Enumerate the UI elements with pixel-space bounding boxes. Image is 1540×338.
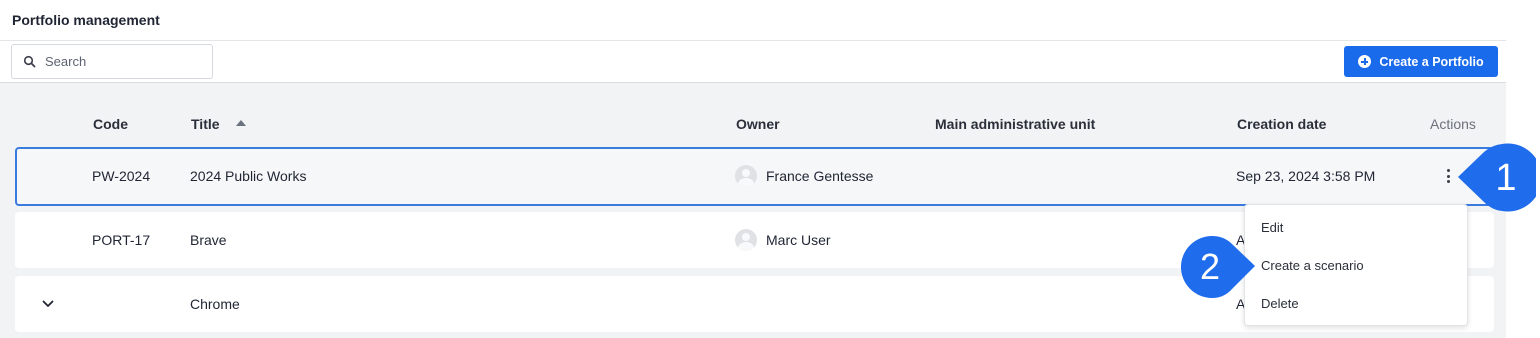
search-box[interactable]: [11, 44, 213, 79]
chevron-down-icon[interactable]: [42, 300, 54, 308]
plus-circle-icon: [1358, 55, 1372, 68]
sort-ascending-icon[interactable]: [235, 120, 246, 127]
search-icon: [23, 55, 36, 67]
menu-item-delete[interactable]: Delete: [1261, 296, 1299, 311]
menu-item-create-scenario[interactable]: Create a scenario: [1261, 258, 1364, 273]
row-title: Chrome: [190, 296, 240, 312]
callout-number: 2: [1200, 246, 1220, 287]
column-header-owner[interactable]: Owner: [736, 116, 780, 132]
step-callout-1: 1: [1458, 143, 1536, 212]
row-code: PORT-17: [92, 232, 151, 248]
header-divider: [0, 40, 1506, 41]
column-header-title-label: Title: [191, 116, 220, 132]
row-owner: France Gentesse: [766, 168, 874, 184]
step-callout-2: 2: [1180, 236, 1255, 298]
more-actions-icon[interactable]: [1440, 166, 1456, 186]
avatar: [735, 229, 757, 251]
column-header-actions: Actions: [1430, 116, 1476, 132]
create-portfolio-button[interactable]: Create a Portfolio: [1344, 46, 1498, 77]
actions-menu: Edit Create a scenario Delete: [1244, 204, 1468, 326]
row-code: PW-2024: [92, 168, 151, 184]
menu-item-edit[interactable]: Edit: [1261, 220, 1283, 235]
column-header-administrative-unit[interactable]: Main administrative unit: [935, 116, 1095, 132]
row-creation-date: Sep 23, 2024 3:58 PM: [1236, 168, 1376, 184]
callout-number: 1: [1495, 157, 1516, 199]
search-input[interactable]: [45, 54, 205, 69]
row-title: Brave: [190, 232, 227, 248]
page-title: Portfolio management: [12, 12, 160, 28]
create-portfolio-label: Create a Portfolio: [1379, 54, 1484, 69]
row-owner: Marc User: [766, 232, 831, 248]
column-header-creation-date[interactable]: Creation date: [1237, 116, 1326, 132]
column-header-title[interactable]: Title: [191, 116, 246, 132]
row-title: 2024 Public Works: [190, 168, 307, 184]
column-header-code[interactable]: Code: [93, 116, 128, 132]
avatar: [735, 165, 757, 187]
app: Portfolio management Create a Portfolio …: [0, 0, 1540, 338]
